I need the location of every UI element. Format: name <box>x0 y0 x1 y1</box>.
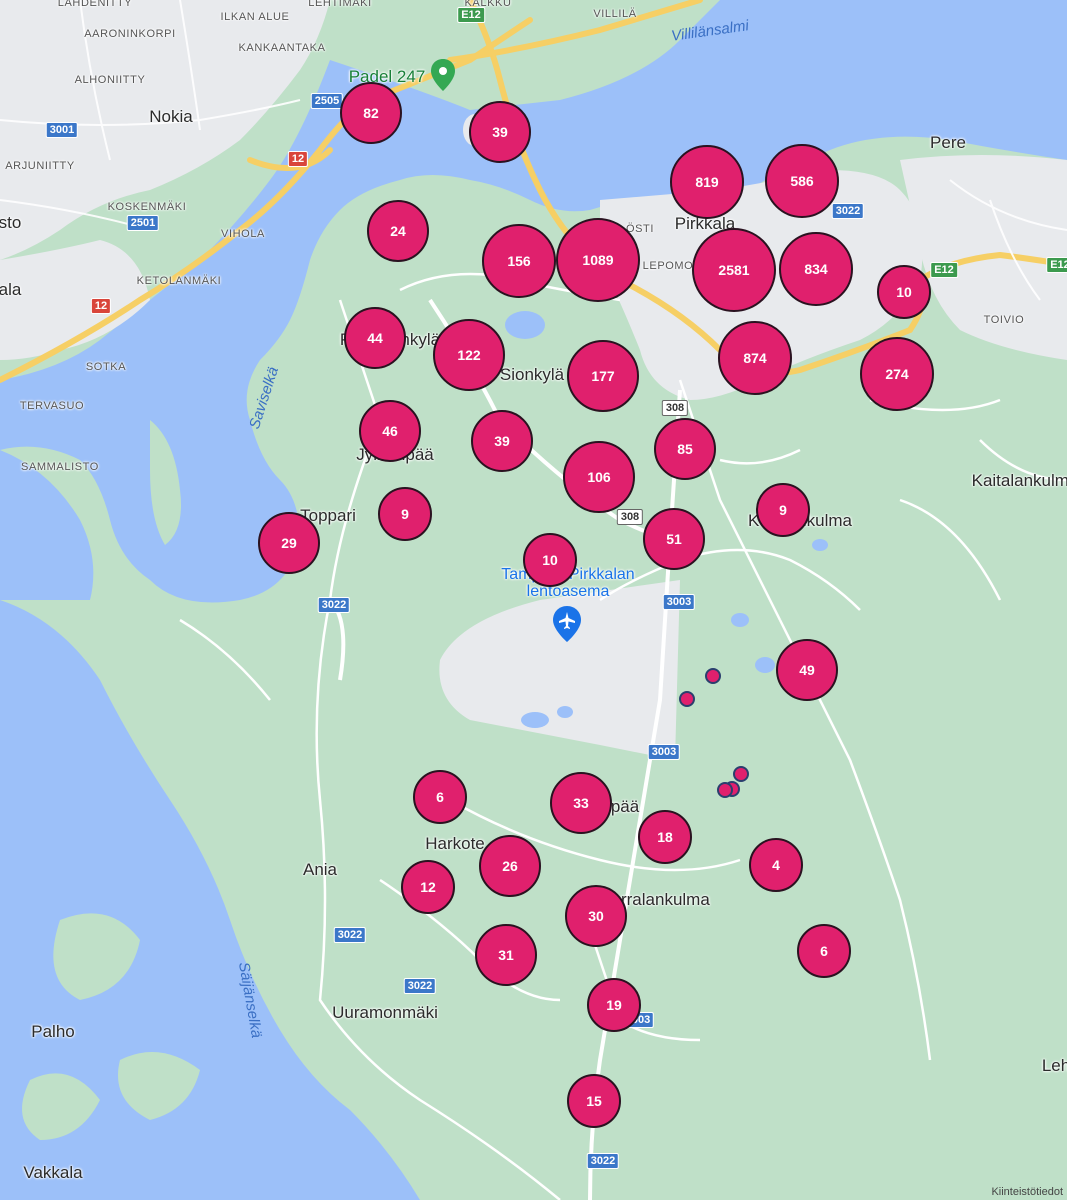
road-shield: 3022 <box>403 978 437 994</box>
cluster-marker[interactable]: 85 <box>654 418 716 480</box>
cluster-marker[interactable]: 4 <box>749 838 803 892</box>
cluster-marker[interactable]: 6 <box>797 924 851 978</box>
cluster-marker[interactable]: 12 <box>401 860 455 914</box>
cluster-marker[interactable]: 6 <box>413 770 467 824</box>
road-shield: 2501 <box>126 215 160 231</box>
cluster-marker[interactable]: 18 <box>638 810 692 864</box>
cluster-marker[interactable]: 31 <box>475 924 537 986</box>
cluster-marker[interactable]: 44 <box>344 307 406 369</box>
road-shield: 2505 <box>310 93 344 109</box>
cluster-marker[interactable]: 49 <box>776 639 838 701</box>
cluster-marker[interactable]: 9 <box>378 487 432 541</box>
cluster-marker[interactable]: 2581 <box>692 228 776 312</box>
location-marker[interactable] <box>717 782 733 798</box>
cluster-marker[interactable]: 834 <box>779 232 853 306</box>
cluster-marker[interactable]: 46 <box>359 400 421 462</box>
road-shield: 3022 <box>831 203 865 219</box>
cluster-marker[interactable]: 39 <box>471 410 533 472</box>
cluster-marker[interactable]: 819 <box>670 145 744 219</box>
road-shield: 3001 <box>45 122 79 138</box>
road-shield: E12 <box>1046 257 1067 273</box>
cluster-marker[interactable]: 586 <box>765 144 839 218</box>
location-marker[interactable] <box>733 766 749 782</box>
cluster-marker[interactable]: 26 <box>479 835 541 897</box>
cluster-marker[interactable]: 10 <box>877 265 931 319</box>
road-shield: 308 <box>661 400 689 416</box>
cluster-marker[interactable]: 24 <box>367 200 429 262</box>
road-shield: E12 <box>457 7 485 23</box>
map-pin-icon[interactable] <box>430 58 456 92</box>
cluster-marker[interactable]: 19 <box>587 978 641 1032</box>
cluster-marker[interactable]: 9 <box>756 483 810 537</box>
road-shield: 3022 <box>317 597 351 613</box>
cluster-marker[interactable]: 106 <box>563 441 635 513</box>
road-shield: 12 <box>90 298 112 314</box>
road-shield: 3022 <box>586 1153 620 1169</box>
cluster-marker[interactable]: 10 <box>523 533 577 587</box>
map-attribution[interactable]: Kiinteistötiedot <box>991 1186 1063 1198</box>
road-shield: 3003 <box>662 594 696 610</box>
road-shield: 308 <box>616 509 644 525</box>
cluster-marker[interactable]: 874 <box>718 321 792 395</box>
road-shield: E12 <box>930 262 958 278</box>
cluster-marker[interactable]: 122 <box>433 319 505 391</box>
cluster-marker[interactable]: 33 <box>550 772 612 834</box>
location-marker[interactable] <box>679 691 695 707</box>
airport-icon[interactable] <box>551 604 583 644</box>
cluster-marker[interactable]: 156 <box>482 224 556 298</box>
cluster-marker[interactable]: 29 <box>258 512 320 574</box>
cluster-marker[interactable]: 177 <box>567 340 639 412</box>
road-shield: 3022 <box>333 927 367 943</box>
cluster-marker[interactable]: 274 <box>860 337 934 411</box>
map-base-layer <box>0 0 1067 1200</box>
cluster-marker[interactable]: 82 <box>340 82 402 144</box>
cluster-marker[interactable]: 15 <box>567 1074 621 1128</box>
cluster-marker[interactable]: 30 <box>565 885 627 947</box>
location-marker[interactable] <box>705 668 721 684</box>
cluster-marker[interactable]: 39 <box>469 101 531 163</box>
road-shield: 12 <box>287 151 309 167</box>
cluster-marker[interactable]: 51 <box>643 508 705 570</box>
road-shield: 3003 <box>647 744 681 760</box>
map-view[interactable]: LAHDENITTY LEHTIMÄKI KALKKU VILLILÄ ILKA… <box>0 0 1067 1200</box>
cluster-marker[interactable]: 1089 <box>556 218 640 302</box>
